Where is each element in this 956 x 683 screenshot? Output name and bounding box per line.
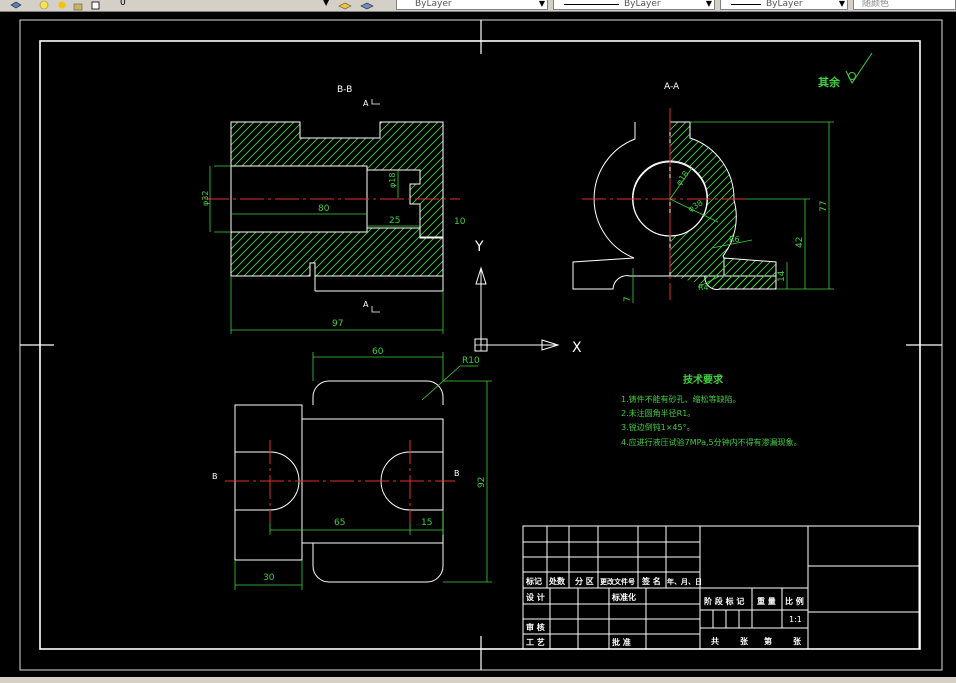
- color-swatch-icon[interactable]: [90, 0, 102, 10]
- layer-name[interactable]: 0: [120, 0, 126, 10]
- tb-date: 年、月、日: [667, 577, 702, 586]
- cut-b-left: B: [212, 472, 218, 481]
- dim-30: 30: [263, 573, 275, 583]
- tb-count: 处数: [548, 576, 566, 586]
- section-aa-view: A-A φ18 φ38 R6 R4 77 42 14 7: [572, 82, 834, 303]
- dim-65: 65: [334, 518, 345, 528]
- cut-a-top: A: [363, 99, 369, 108]
- dim-42: 42: [795, 237, 805, 248]
- linetype-control[interactable]: ByLayer ▼: [553, 0, 715, 10]
- tech-item-1: 1.铸件不能有砂孔、缩松等缺陷。: [621, 394, 741, 404]
- tb-stage-mark: 阶 段 标 记: [704, 596, 744, 606]
- roughness-note: 其余: [818, 75, 841, 89]
- lineweight-control[interactable]: ByLayer ▼: [720, 0, 848, 10]
- command-line[interactable]: [0, 677, 956, 683]
- dim-10: 10: [454, 217, 466, 227]
- chevron-down-icon: ▼: [705, 0, 712, 8]
- drawing-canvas[interactable]: B-B φ32 80 φ18 25 10 97 A A A-A φ18 φ38 …: [0, 12, 956, 677]
- lineweight-sample: [731, 4, 761, 5]
- tech-item-2: 2.未注圆角半径R1。: [621, 408, 695, 418]
- dim-97: 97: [332, 319, 343, 329]
- tb-scale-label: 比 例: [785, 596, 804, 606]
- dim-80: 80: [318, 204, 330, 214]
- properties-toolbar: 0 ▼ ByLayer ▼ ByLayer ▼ ByLayer ▼ 随颜色: [0, 0, 956, 12]
- dim-60: 60: [372, 347, 384, 357]
- dim-r6: R6: [729, 235, 740, 244]
- color-control[interactable]: ByLayer ▼: [396, 0, 548, 10]
- dim-r4: R4: [698, 283, 709, 292]
- axis-x-label: X: [572, 340, 582, 356]
- dim-phi18-left: φ18: [388, 173, 397, 188]
- cut-b-right: B: [454, 469, 460, 478]
- tb-approve: 批 准: [612, 637, 631, 647]
- section-bb-label: B-B: [337, 85, 352, 95]
- tb-sheets-total: 共: [711, 636, 719, 646]
- title-block: [522, 525, 920, 650]
- dim-14: 14: [777, 270, 787, 282]
- plotstyle-control[interactable]: 随颜色: [853, 0, 956, 10]
- layer-previous-icon[interactable]: [360, 0, 374, 10]
- dim-r10: R10: [462, 356, 480, 366]
- dim-92: 92: [477, 477, 487, 488]
- linetype-control-value: ByLayer: [624, 0, 661, 9]
- tb-sign: 签 名: [641, 576, 661, 586]
- linetype-sample: [564, 4, 619, 5]
- tech-requirements: 技术要求 1.铸件不能有砂孔、缩松等缺陷。 2.未注圆角半径R1。 3.锐边倒钝…: [621, 373, 802, 447]
- lightbulb-icon[interactable]: [38, 0, 50, 10]
- section-aa-label: A-A: [664, 82, 680, 92]
- color-control-value: ByLayer: [415, 0, 452, 9]
- dim-phi32: φ32: [201, 191, 210, 206]
- dim-15: 15: [421, 518, 432, 528]
- plotstyle-control-value: 随颜色: [862, 0, 890, 9]
- title-block-text: 标记 处数 分 区 更改文件号 签 名 年、月、日 设 计 标准化 审 核 工 …: [525, 576, 804, 647]
- tb-design: 设 计: [526, 592, 545, 602]
- layers-icon[interactable]: [10, 0, 22, 9]
- tb-process: 工 艺: [526, 637, 545, 647]
- sun-icon[interactable]: [56, 0, 68, 9]
- cad-drawing: B-B φ32 80 φ18 25 10 97 A A A-A φ18 φ38 …: [19, 19, 943, 671]
- dim-25: 25: [389, 216, 400, 226]
- tech-title: 技术要求: [683, 373, 724, 386]
- top-view: B B 60 R10 92 65 15 30: [212, 347, 492, 590]
- cut-a-bottom: A: [363, 300, 369, 309]
- tb-scale-value: 1:1: [789, 615, 802, 624]
- layer-dropdown-arrow-icon[interactable]: ▼: [323, 0, 329, 10]
- section-bb-view: B-B φ32 80 φ18 25 10 97 A A: [201, 85, 466, 334]
- dim-7: 7: [623, 296, 633, 302]
- make-layer-current-icon[interactable]: [338, 0, 352, 10]
- tb-docno: 更改文件号: [600, 577, 635, 586]
- chevron-down-icon: ▼: [538, 0, 545, 8]
- tb-zone: 分 区: [575, 576, 594, 586]
- tech-item-4: 4.应进行液压试验7MPa,5分钟内不得有渗漏现象。: [621, 437, 802, 447]
- tb-weight: 重 量: [757, 596, 776, 606]
- lock-icon[interactable]: [72, 0, 84, 11]
- roughness-symbol: 其余: [818, 52, 873, 89]
- lineweight-control-value: ByLayer: [766, 0, 803, 9]
- tb-mark: 标记: [525, 576, 542, 586]
- axis-y-label: Y: [474, 239, 484, 255]
- tech-item-3: 3.锐边倒钝1×45°。: [621, 422, 695, 432]
- tb-review: 审 核: [526, 622, 545, 632]
- tb-sheets-label: 张: [740, 637, 749, 646]
- chevron-down-icon: ▼: [838, 0, 845, 8]
- dim-77: 77: [819, 201, 829, 212]
- tb-sheet-label: 张: [793, 637, 802, 646]
- ucs-icon: Y X: [474, 239, 582, 356]
- tb-standardize: 标准化: [611, 592, 636, 602]
- tb-sheet-no: 第: [764, 636, 772, 646]
